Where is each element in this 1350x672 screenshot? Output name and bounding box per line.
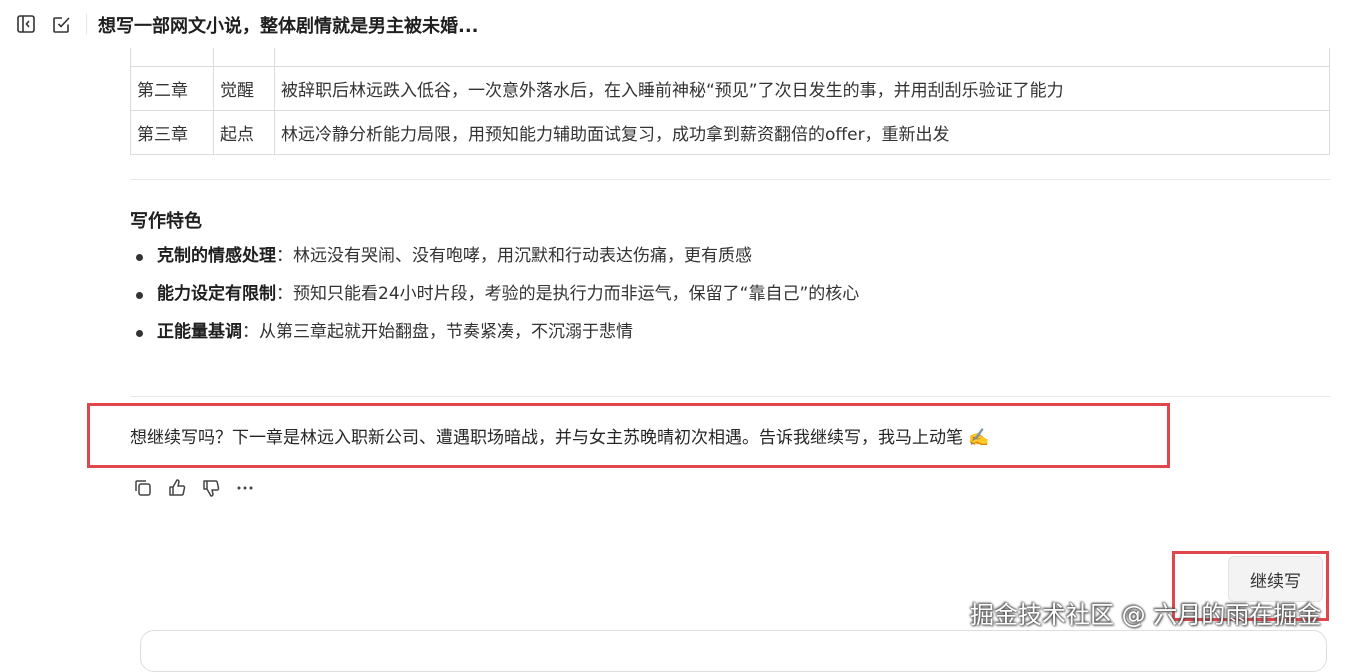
watermark: 掘金技术社区 @ 六月的雨在掘金 [970,601,1322,629]
header-divider [86,14,87,34]
feature-text: ：从第三章起就开始翻盘，节奏紧凑，不沉溺于悲情 [242,322,633,342]
chapter-name-cell: 起点 [213,110,275,155]
chapter-cell: 第三章 [130,110,214,155]
feature-label: 正能量基调 [157,322,242,342]
chat-title: 想写一部网文小说，整体剧情就是男主被未婚... [98,16,479,37]
message-actions [132,477,256,499]
list-item: 克制的情感处理：林远没有哭闹、没有咆哮，用沉默和行动表达伤痛，更有质感 [130,242,859,280]
features-title: 写作特色 [130,211,202,232]
chat-input[interactable] [140,630,1327,672]
sidebar-toggle-icon[interactable] [15,13,37,35]
more-icon[interactable] [234,477,256,499]
thumbs-up-icon[interactable] [166,477,188,499]
feature-label: 克制的情感处理 [157,246,276,266]
new-chat-icon[interactable] [51,13,73,35]
table-row: 第二章 觉醒 被辞职后林远跌入低谷，一次意外落水后，在入睡前神秘“预见”了次日发… [130,66,1330,111]
chapter-summary-cell: 林远冷静分析能力局限，用预知能力辅助面试复习，成功拿到薪资翻倍的offer，重新… [274,110,1330,155]
section-divider [130,396,1330,397]
feature-text: ：林远没有哭闹、没有咆哮，用沉默和行动表达伤痛，更有质感 [276,246,752,266]
feature-label: 能力设定有限制 [157,284,276,304]
table-row: 第三章 起点 林远冷静分析能力局限，用预知能力辅助面试复习，成功拿到薪资翻倍的o… [130,110,1330,155]
chapter-name-cell: 觉醒 [213,66,275,111]
list-item: 能力设定有限制：预知只能看24小时片段，考验的是执行力而非运气，保留了“靠自己”… [130,280,859,318]
feature-text: ：预知只能看24小时片段，考验的是执行力而非运气，保留了“靠自己”的核心 [276,284,860,304]
followup-message: 想继续写吗？下一章是林远入职新公司、遭遇职场暗战，并与女主苏晚晴初次相遇。告诉我… [130,428,990,448]
chapter-summary-cell: 被辞职后林远跌入低谷，一次意外落水后，在入睡前神秘“预见”了次日发生的事，并用刮… [274,66,1330,111]
list-item: 正能量基调：从第三章起就开始翻盘，节奏紧凑，不沉溺于悲情 [130,318,859,356]
thumbs-down-icon[interactable] [200,477,222,499]
chapter-cell: 第二章 [130,66,214,111]
top-bar: 想写一部网文小说，整体剧情就是男主被未婚... [0,0,1350,48]
features-list: 克制的情感处理：林远没有哭闹、没有咆哮，用沉默和行动表达伤痛，更有质感 能力设定… [130,242,859,356]
section-divider [130,179,1330,180]
copy-icon[interactable] [132,477,154,499]
